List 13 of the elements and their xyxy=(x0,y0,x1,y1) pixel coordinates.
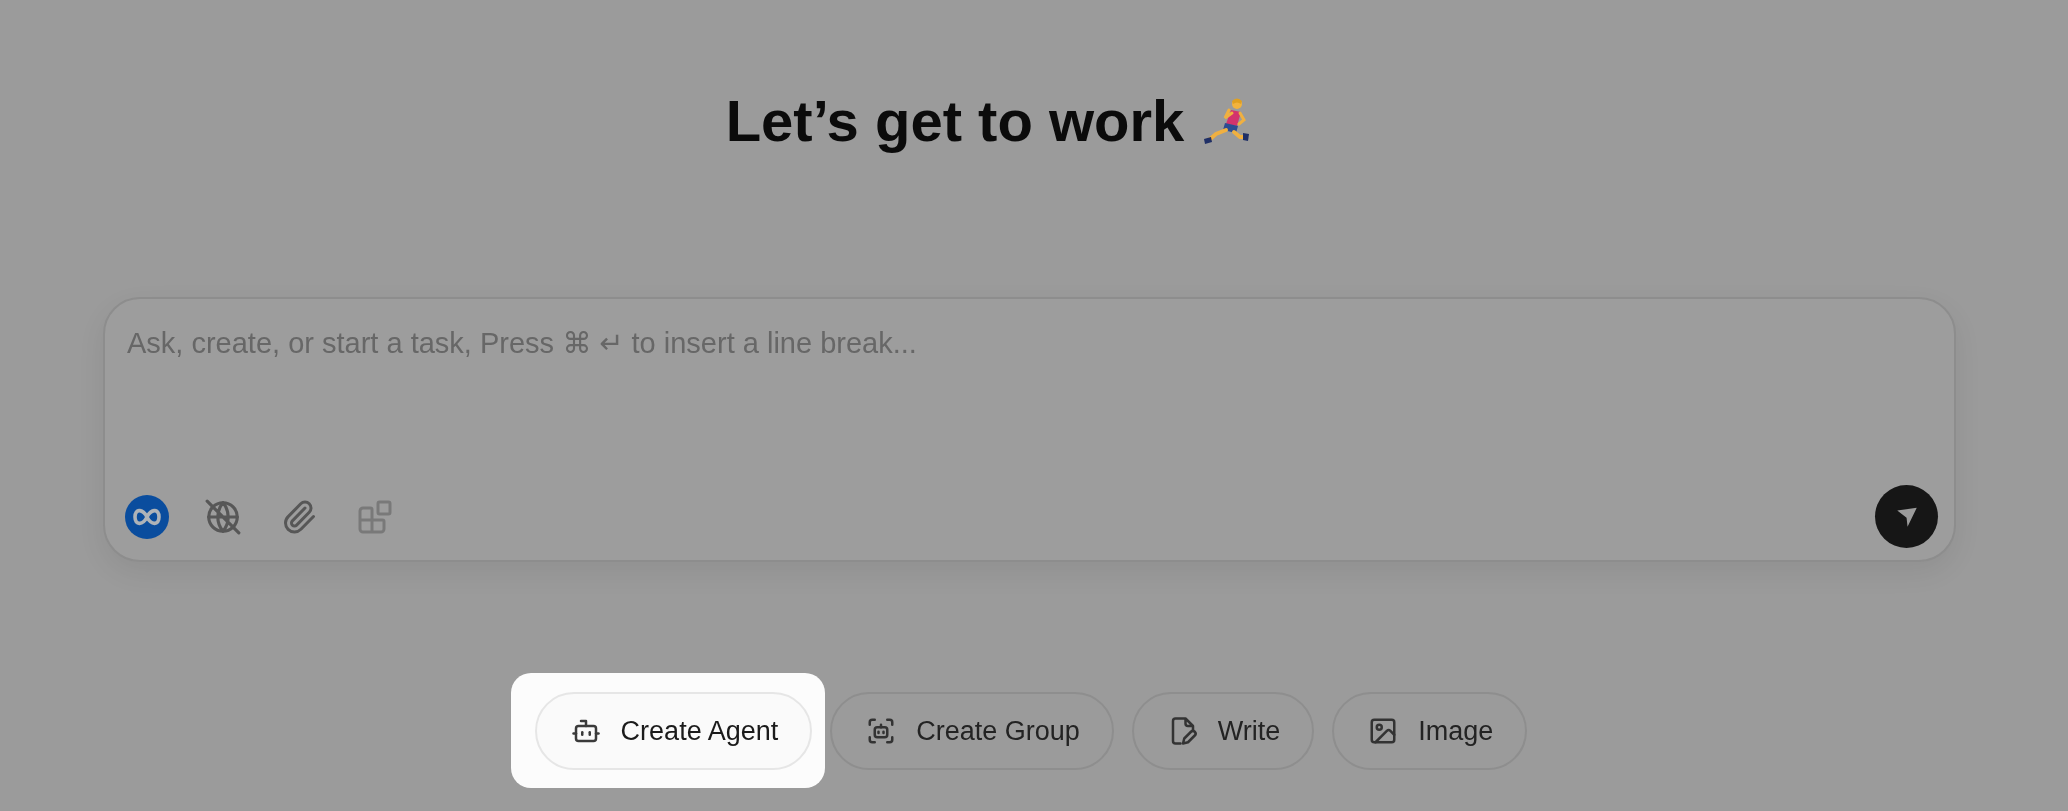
image-button[interactable]: Image xyxy=(1332,692,1528,770)
create-agent-button[interactable]: Create Agent xyxy=(534,692,813,770)
running-person-icon xyxy=(1202,96,1251,146)
globe-slash-icon xyxy=(204,497,242,536)
create-group-button[interactable]: Create Group xyxy=(830,692,1114,770)
page-title: Let’s get to work xyxy=(725,87,1185,155)
image-icon xyxy=(1368,716,1399,746)
paperclip-icon xyxy=(281,498,317,535)
bot-scan-icon xyxy=(866,716,897,746)
infinity-logo-icon xyxy=(125,494,169,539)
model-button[interactable] xyxy=(125,494,169,539)
blocks-icon xyxy=(357,498,393,535)
write-button[interactable]: Write xyxy=(1131,692,1315,770)
